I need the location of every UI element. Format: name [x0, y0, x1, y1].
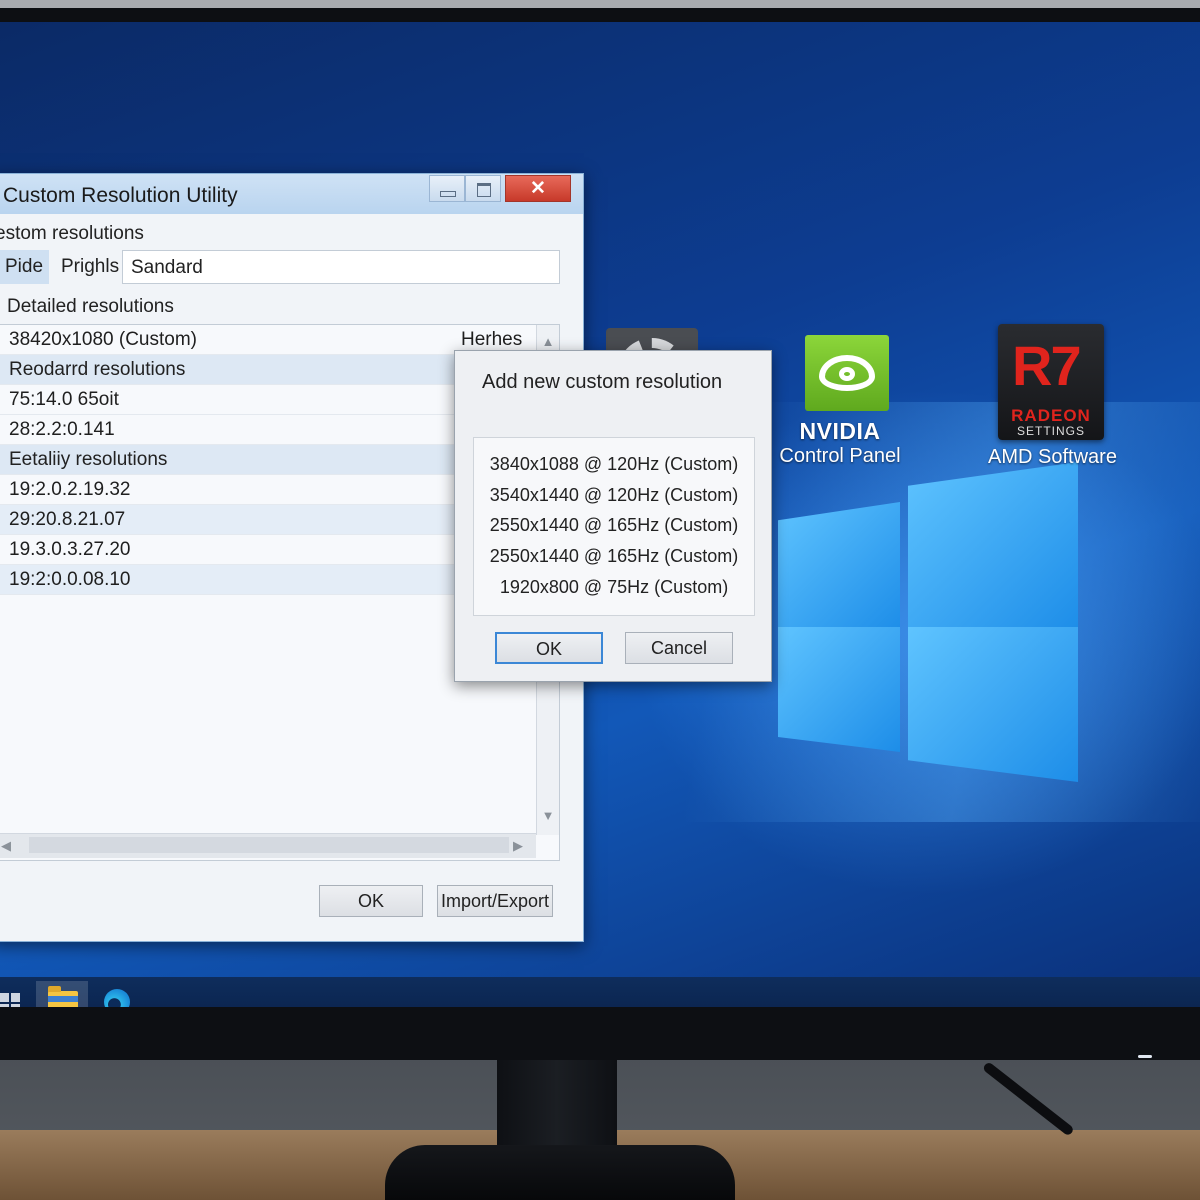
dialog-resolution-list[interactable]: 3840x1088 @ 120Hz (Custom) 3540x1440 @ 1…: [473, 437, 755, 616]
power-led: [1138, 1055, 1152, 1058]
nvidia-brand-label: NVIDIA: [799, 418, 881, 444]
windows-start-icon[interactable]: [0, 981, 38, 1007]
dialog-ok-button[interactable]: OK: [495, 632, 603, 664]
windows-logo-wallpaper: [778, 462, 1078, 782]
tab-prighls[interactable]: Prighls: [53, 250, 123, 284]
nvidia-shortcut-label: Control Panel: [779, 445, 901, 467]
tab-sandard[interactable]: Sandard: [122, 250, 560, 284]
nvidia-logo-icon[interactable]: [805, 335, 889, 411]
dialog-list-item[interactable]: 1920x800 @ 75Hz (Custom): [474, 577, 754, 598]
list-item-text: 38420x1080 (Custom): [9, 329, 197, 350]
ok-button[interactable]: OK: [319, 885, 423, 917]
scroll-down-icon[interactable]: ▼: [541, 809, 555, 823]
monitor-stand-base: [385, 1145, 735, 1200]
monitor-stand-neck: [497, 1055, 617, 1155]
dialog-list-item[interactable]: 2550x1440 @ 165Hz (Custom): [474, 515, 754, 536]
monitor-top-edge: [0, 0, 1200, 8]
nvidia-control-panel-shortcut[interactable]: NVIDIA Control Panel: [760, 418, 920, 468]
amd-settings-text: SETTINGS: [1016, 424, 1085, 438]
dialog-list-item[interactable]: 2550x1440 @ 165Hz (Custom): [474, 546, 754, 567]
tab-pide[interactable]: Pide: [0, 250, 49, 284]
add-resolution-dialog: Add new custom resolution 3840x1088 @ 12…: [454, 350, 772, 682]
custom-resolutions-label: estom resolutions: [0, 223, 144, 244]
amd-software-shortcut-label[interactable]: AMD Software: [965, 446, 1140, 469]
tab-strip: Pide Prighls Sandard: [0, 250, 560, 286]
amd-logo-mark: R7: [1012, 334, 1082, 397]
window-titlebar[interactable]: Custom Resolution Utility ✕: [0, 174, 583, 214]
horizontal-scroll-thumb[interactable]: [29, 837, 509, 853]
horizontal-scrollbar[interactable]: ◀ ▶: [0, 833, 536, 858]
dialog-list-item[interactable]: 3540x1440 @ 120Hz (Custom): [474, 485, 754, 506]
dialog-list-item[interactable]: 3840x1088 @ 120Hz (Custom): [474, 454, 754, 475]
amd-radeon-icon[interactable]: R7 RADEON SETTINGS: [998, 324, 1104, 440]
dialog-cancel-button[interactable]: Cancel: [625, 632, 733, 664]
dialog-title: Add new custom resolution: [482, 371, 723, 393]
edge-browser-icon[interactable]: [92, 981, 144, 1007]
scroll-left-icon[interactable]: ◀: [0, 839, 13, 853]
scroll-right-icon[interactable]: ▶: [511, 839, 525, 853]
scroll-up-icon[interactable]: ▲: [541, 335, 555, 349]
window-title: Custom Resolution Utility: [3, 184, 238, 207]
taskbar: [0, 977, 1200, 1007]
minimize-button[interactable]: [429, 175, 465, 202]
close-button[interactable]: ✕: [505, 175, 571, 202]
detailed-resolutions-label: Detailed resolutions: [7, 296, 174, 317]
file-explorer-icon[interactable]: [36, 981, 88, 1007]
import-export-button[interactable]: Import/Export: [437, 885, 553, 917]
amd-radeon-text: RADEON: [1011, 406, 1091, 425]
maximize-button[interactable]: [465, 175, 501, 202]
